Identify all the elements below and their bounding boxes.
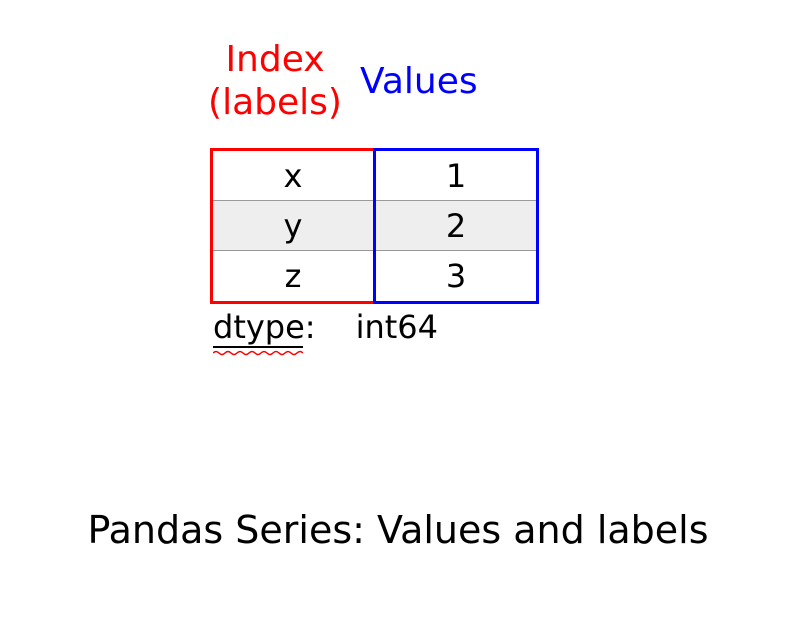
values-header: Values (360, 61, 478, 102)
series-table: x y z 1 2 3 (210, 148, 539, 304)
value-cell: 2 (376, 201, 536, 251)
index-cell: y (213, 201, 373, 251)
index-cell: x (213, 151, 373, 201)
index-header: Index (labels) (200, 38, 350, 124)
figure-caption: Pandas Series: Values and labels (0, 508, 796, 552)
values-column: 1 2 3 (373, 148, 539, 304)
column-headers: Index (labels) Values (200, 38, 478, 124)
index-cell: z (213, 251, 373, 301)
index-header-line1: Index (200, 38, 350, 81)
dtype-label: dtype: (213, 308, 316, 346)
underline-decoration (213, 346, 303, 348)
spellcheck-squiggle-icon (213, 350, 303, 356)
value-cell: 3 (376, 251, 536, 301)
dtype-row: dtype: int64 (213, 308, 438, 346)
dtype-label-text: dtype: (213, 308, 316, 346)
index-header-line2: (labels) (200, 81, 350, 124)
value-cell: 1 (376, 151, 536, 201)
index-column: x y z (210, 148, 376, 304)
dtype-value: int64 (356, 308, 438, 346)
